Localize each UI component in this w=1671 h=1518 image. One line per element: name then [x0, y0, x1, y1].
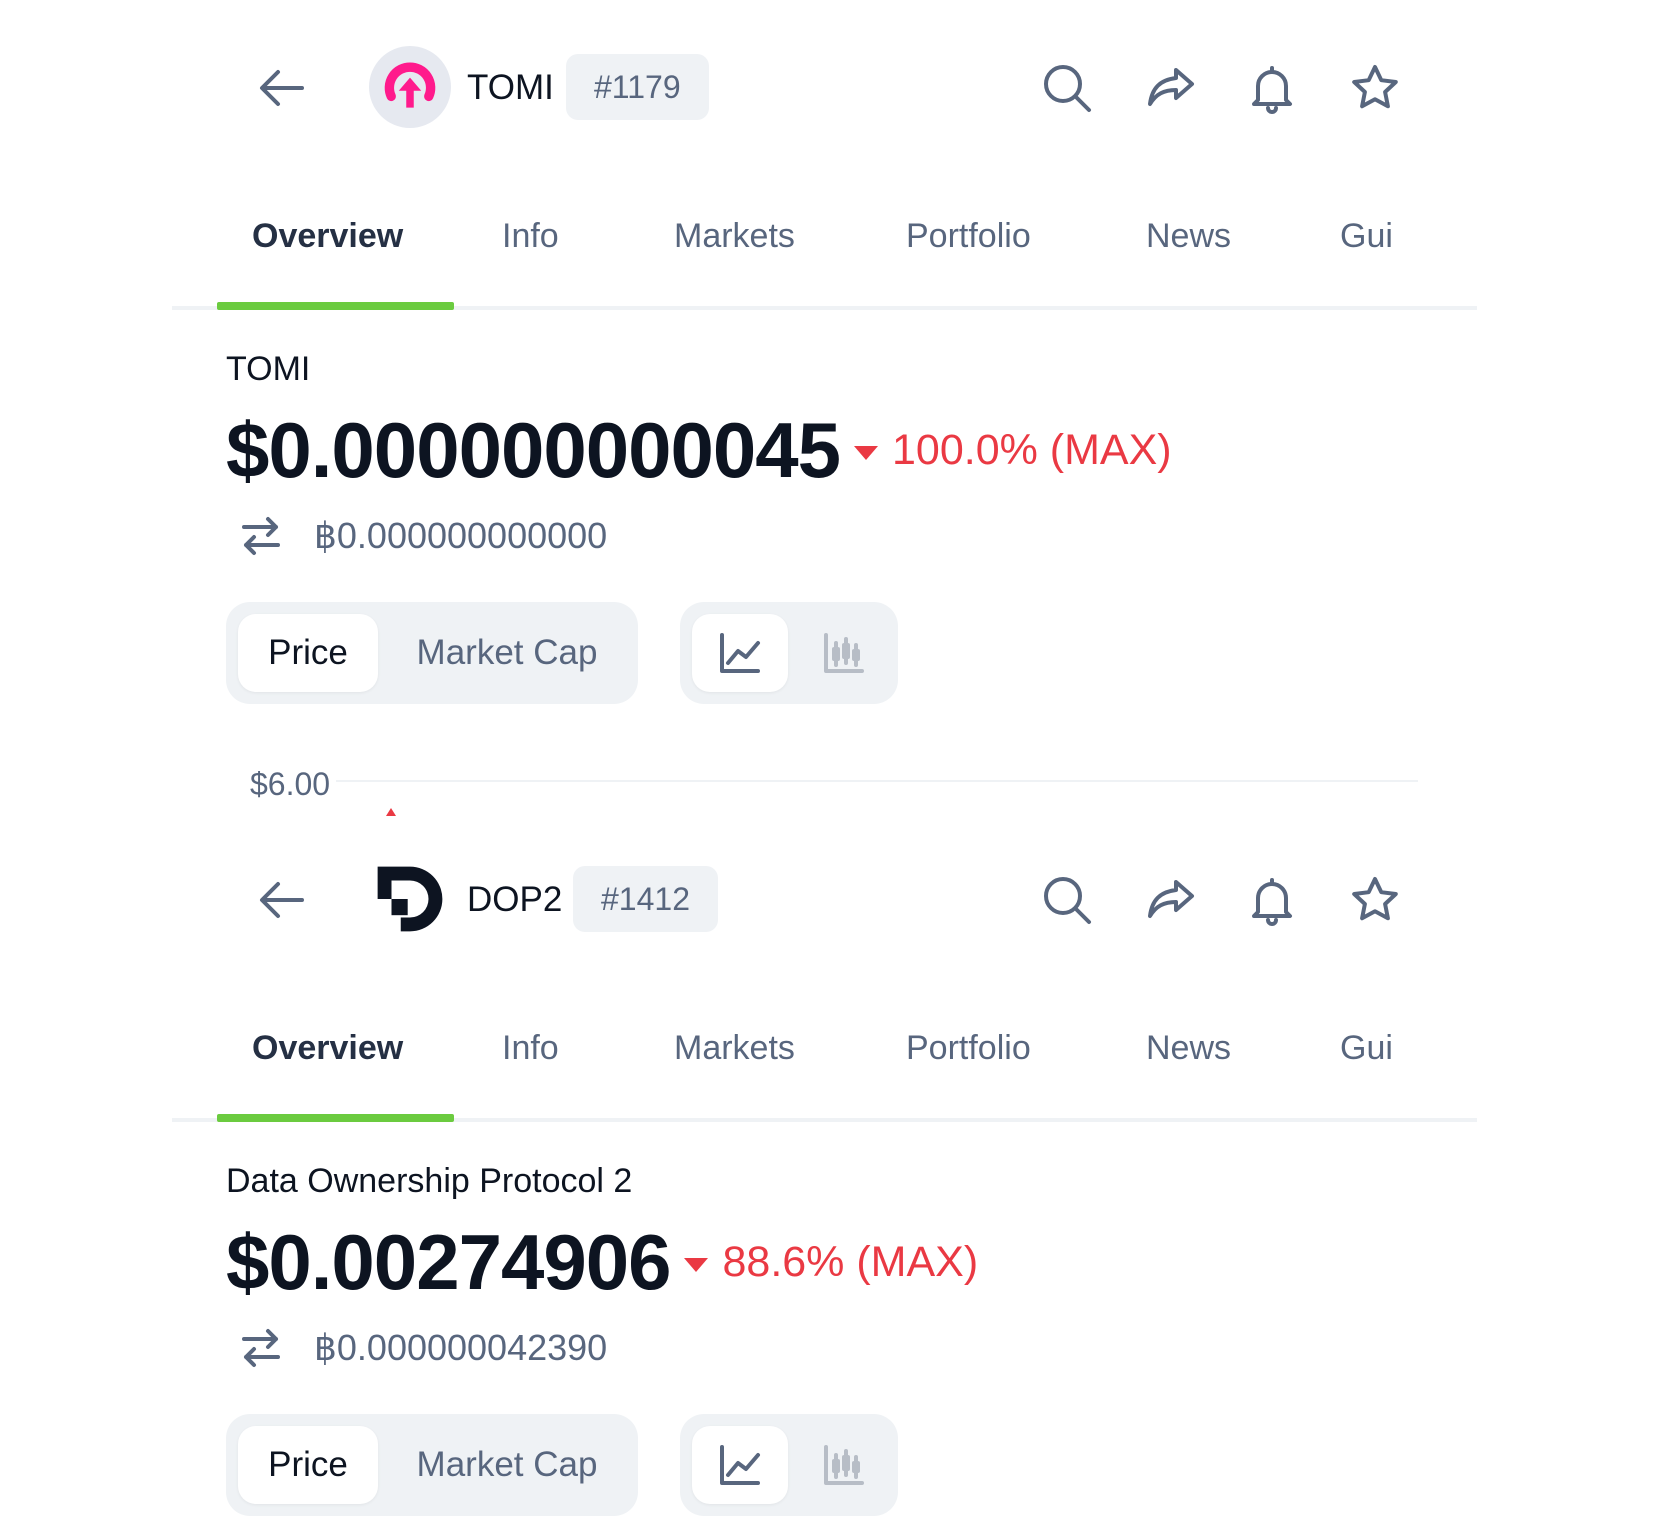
- arrow-left-icon: [260, 70, 304, 106]
- star-icon: [1352, 877, 1398, 921]
- rank-badge: #1412: [573, 866, 718, 932]
- tab-portfolio[interactable]: Portfolio: [906, 1024, 1031, 1072]
- market-cap-toggle-button[interactable]: Market Cap: [390, 614, 624, 692]
- coin-name: TOMI: [226, 350, 311, 388]
- tab-markets[interactable]: Markets: [674, 212, 795, 260]
- search-button[interactable]: [1035, 56, 1099, 120]
- chart-axis-label: $6.00: [250, 766, 331, 802]
- price-row: $0.000000000045 100.0% (MAX): [226, 404, 1172, 496]
- tab-guide[interactable]: Gui: [1340, 1024, 1393, 1072]
- tab-markets[interactable]: Markets: [674, 1024, 795, 1072]
- tab-news[interactable]: News: [1146, 212, 1231, 260]
- active-tab-indicator: [217, 302, 454, 310]
- tab-news[interactable]: News: [1146, 1024, 1231, 1072]
- tab-overview[interactable]: Overview: [252, 212, 403, 260]
- coin-detail-panel: DOP2 #1412 Overview Info Markets Portfol…: [0, 812, 1671, 1518]
- price-change-value: 100.0% (MAX): [892, 426, 1172, 474]
- coin-symbol: TOMI: [467, 68, 554, 107]
- rank-badge: #1179: [566, 54, 709, 120]
- price-chart[interactable]: $6.00: [226, 760, 1418, 820]
- star-icon: [1352, 65, 1398, 109]
- price-toggle-button[interactable]: Price: [238, 614, 378, 692]
- coin-header: DOP2 #1412: [0, 812, 1671, 992]
- btc-price-row: ฿0.000000000000: [238, 512, 607, 560]
- caret-down-icon: [684, 1258, 709, 1272]
- bell-icon: [1252, 878, 1292, 926]
- candlestick-chart-button[interactable]: [796, 1426, 892, 1504]
- coin-name: Data Ownership Protocol 2: [226, 1162, 633, 1200]
- price-alert-button[interactable]: [1240, 868, 1304, 932]
- candlestick-chart-icon: [824, 633, 864, 673]
- price-change-value: 88.6% (MAX): [722, 1238, 979, 1286]
- tab-guide[interactable]: Gui: [1340, 212, 1393, 260]
- tab-info[interactable]: Info: [502, 212, 559, 260]
- line-chart-button[interactable]: [692, 614, 788, 692]
- share-button[interactable]: [1138, 56, 1202, 120]
- price-alert-button[interactable]: [1240, 56, 1304, 120]
- price-value: $0.000000000045: [226, 406, 841, 494]
- line-chart-icon: [720, 633, 760, 673]
- chart-gridline: [336, 780, 1418, 782]
- coin-detail-panel: TOMI #1179 Overview Info Markets Portfol…: [0, 0, 1671, 816]
- back-button[interactable]: [250, 56, 314, 120]
- coin-symbol: DOP2: [467, 880, 563, 919]
- tab-overview[interactable]: Overview: [252, 1024, 403, 1072]
- price-change: 88.6% (MAX): [684, 1232, 978, 1292]
- coin-header: TOMI #1179: [0, 0, 1671, 180]
- swap-arrows-icon[interactable]: [238, 513, 284, 559]
- caret-down-icon: [854, 446, 878, 460]
- price-change: 100.0% (MAX): [854, 420, 1172, 480]
- watchlist-button[interactable]: [1343, 56, 1407, 120]
- tab-portfolio[interactable]: Portfolio: [906, 212, 1031, 260]
- search-button[interactable]: [1035, 868, 1099, 932]
- btc-price-row: ฿0.000000042390: [238, 1324, 607, 1372]
- watchlist-button[interactable]: [1343, 868, 1407, 932]
- share-icon: [1148, 68, 1194, 106]
- candlestick-chart-icon: [824, 1445, 864, 1485]
- metric-toggle: Price Market Cap: [226, 602, 638, 704]
- chart-type-toggle: [680, 602, 898, 704]
- search-icon: [1044, 65, 1091, 112]
- metric-toggle: Price Market Cap: [226, 1414, 638, 1516]
- tomi-logo-icon: [369, 46, 451, 128]
- btc-price-value: ฿0.000000000000: [314, 515, 608, 556]
- market-cap-toggle-button[interactable]: Market Cap: [390, 1426, 624, 1504]
- search-icon: [1044, 877, 1091, 924]
- price-value: $0.00274906: [226, 1218, 671, 1306]
- bell-icon: [1252, 66, 1292, 114]
- price-toggle-button[interactable]: Price: [238, 1426, 378, 1504]
- candlestick-chart-button[interactable]: [796, 614, 892, 692]
- back-button[interactable]: [250, 868, 314, 932]
- chart-type-toggle: [680, 1414, 898, 1516]
- line-chart-icon: [720, 1445, 760, 1485]
- tab-bar: Overview Info Markets Portfolio News Gui: [172, 180, 1477, 310]
- active-tab-indicator: [217, 1114, 454, 1122]
- line-chart-button[interactable]: [692, 1426, 788, 1504]
- share-button[interactable]: [1138, 868, 1202, 932]
- btc-price-value: ฿0.000000042390: [314, 1327, 608, 1368]
- price-row: $0.00274906 88.6% (MAX): [226, 1216, 978, 1308]
- swap-arrows-icon[interactable]: [238, 1325, 284, 1371]
- tab-info[interactable]: Info: [502, 1024, 559, 1072]
- tab-bar: Overview Info Markets Portfolio News Gui: [172, 992, 1477, 1122]
- dop-logo-icon: [369, 858, 451, 940]
- arrow-left-icon: [260, 882, 304, 918]
- share-icon: [1148, 880, 1194, 918]
